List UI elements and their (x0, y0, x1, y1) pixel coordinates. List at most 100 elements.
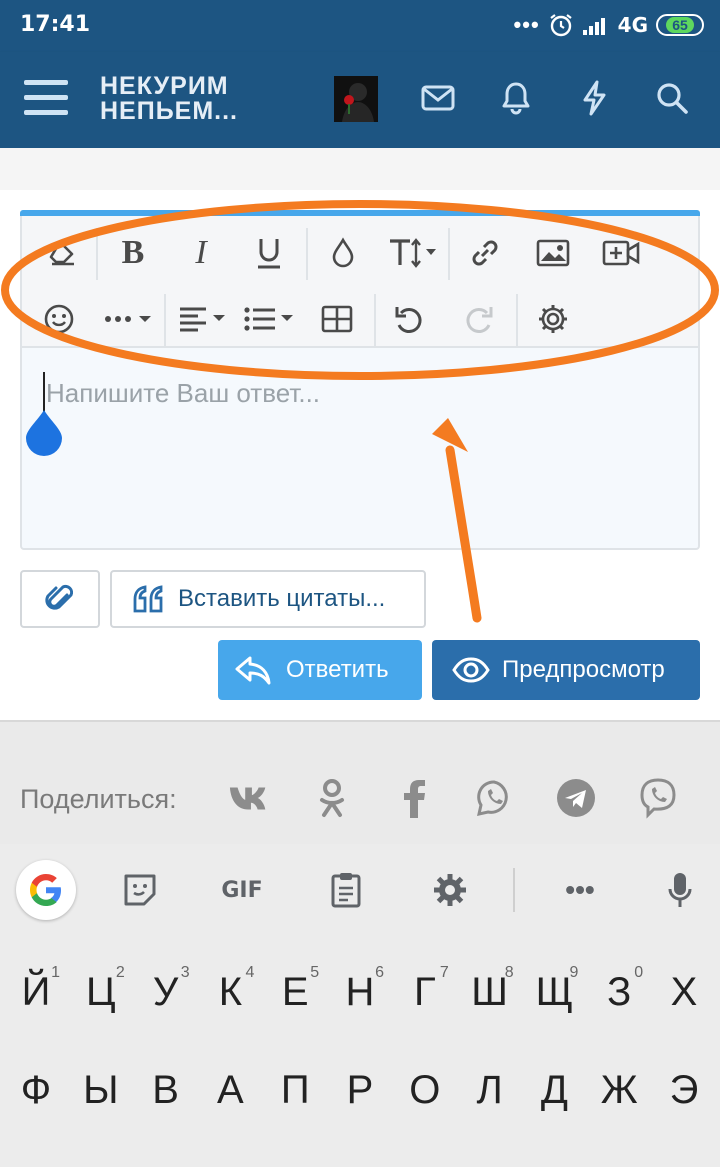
key[interactable]: Ц2 (73, 952, 129, 1032)
key-letter: Г (413, 969, 436, 1014)
menu-icon[interactable] (24, 80, 68, 118)
key[interactable]: Ф (8, 1050, 64, 1130)
key[interactable]: Э (656, 1050, 712, 1130)
key-number: 4 (245, 964, 255, 981)
google-icon[interactable] (16, 860, 76, 920)
paperclip-icon (45, 584, 74, 610)
color-drop-icon[interactable] (318, 228, 368, 278)
notification-dots-icon: ••• (513, 12, 540, 37)
preview-label: Предпросмотр (502, 656, 665, 683)
key-letter: Й (21, 969, 51, 1014)
align-icon[interactable] (176, 294, 234, 344)
vk-icon[interactable] (228, 776, 272, 820)
site-logo[interactable]: НЕКУРИМ НЕПЬЕМ... (100, 74, 238, 124)
avatar[interactable] (334, 76, 378, 122)
telegram-icon[interactable] (554, 776, 598, 820)
attach-button[interactable] (20, 570, 100, 628)
alarm-icon (549, 14, 572, 37)
more-icon[interactable] (102, 294, 160, 344)
key[interactable]: Й1 (8, 952, 64, 1032)
mic-icon[interactable] (658, 868, 702, 912)
underline-icon[interactable] (244, 228, 294, 278)
sticker-icon[interactable] (118, 868, 162, 912)
logo-line1: НЕКУРИМ (100, 72, 229, 100)
more-icon[interactable]: ••• (558, 868, 602, 912)
settings-icon[interactable] (528, 294, 578, 344)
table-icon[interactable] (312, 294, 362, 344)
key-number: 8 (504, 964, 514, 981)
key-letter: Щ (535, 969, 574, 1014)
key-letter: Е (281, 969, 309, 1014)
key[interactable]: Х (656, 952, 712, 1032)
key-number: 7 (439, 964, 449, 981)
editor-placeholder: Напишите Ваш ответ... (46, 378, 321, 408)
key[interactable]: Ж (591, 1050, 647, 1130)
insert-quotes-label: Вставить цитаты... (178, 585, 386, 612)
key[interactable]: А (202, 1050, 258, 1130)
ok-icon[interactable] (310, 776, 354, 820)
content-strip (0, 148, 720, 190)
key[interactable]: Л (462, 1050, 518, 1130)
key[interactable]: Е5 (267, 952, 323, 1032)
signal-icon (582, 18, 605, 35)
facebook-icon[interactable] (392, 776, 436, 820)
italic-icon[interactable]: I (176, 228, 226, 278)
gif-icon[interactable]: GIF (214, 868, 270, 912)
share-section: Поделиться: (0, 720, 720, 844)
key[interactable]: П (267, 1050, 323, 1130)
bell-icon[interactable] (496, 78, 536, 118)
key[interactable]: О (397, 1050, 453, 1130)
keyboard: Й1Ц2У3К4Е5Н6Г7Ш8Щ9З0Х ФЫВАПРОЛДЖЭ (0, 934, 720, 1167)
search-icon[interactable] (652, 78, 692, 118)
eraser-icon[interactable] (38, 228, 88, 278)
font-size-icon[interactable] (384, 228, 444, 278)
key[interactable]: У3 (138, 952, 194, 1032)
key-number: 3 (180, 964, 190, 981)
clipboard-icon[interactable] (324, 868, 368, 912)
bold-icon[interactable]: B (108, 228, 158, 278)
lightning-icon[interactable] (574, 78, 614, 118)
undo-icon[interactable] (384, 294, 434, 344)
video-icon[interactable] (596, 228, 646, 278)
whatsapp-icon[interactable] (472, 776, 516, 820)
cursor-handle-icon[interactable] (24, 408, 64, 456)
preview-button[interactable]: Предпросмотр (432, 640, 700, 700)
settings-icon[interactable] (428, 868, 472, 912)
key-letter: Х (670, 969, 698, 1014)
key-letter: З (607, 969, 632, 1014)
key[interactable]: Щ9 (526, 952, 582, 1032)
key[interactable]: З0 (591, 952, 647, 1032)
key[interactable]: Ы (73, 1050, 129, 1130)
reply-editor[interactable]: B I Напишите Ваш ответ... (20, 210, 700, 550)
key[interactable]: Г7 (397, 952, 453, 1032)
share-label: Поделиться: (20, 784, 177, 814)
key[interactable]: В (138, 1050, 194, 1130)
key-number: 2 (115, 964, 125, 981)
smiley-icon[interactable] (34, 294, 84, 344)
key-number: 1 (51, 964, 60, 981)
reply-label: Ответить (286, 656, 389, 683)
redo-icon[interactable] (454, 294, 504, 344)
quote-icon (133, 585, 163, 613)
key[interactable]: Р (332, 1050, 388, 1130)
link-icon[interactable] (460, 228, 510, 278)
network-type: 4G (617, 13, 648, 37)
battery-level: 65 (666, 17, 694, 33)
key[interactable]: К4 (202, 952, 258, 1032)
image-icon[interactable] (528, 228, 578, 278)
insert-quotes-button[interactable]: Вставить цитаты... (110, 570, 426, 628)
keyboard-toolbar: GIF ••• (0, 844, 720, 934)
text-caret (43, 372, 45, 412)
key[interactable]: Д (526, 1050, 582, 1130)
logo-line2: НЕПЬЕМ... (100, 97, 239, 125)
list-icon[interactable] (242, 294, 300, 344)
reply-arrow-icon (235, 656, 271, 685)
key[interactable]: Н6 (332, 952, 388, 1032)
key-letter: Н (345, 969, 375, 1014)
key-number: 6 (375, 964, 384, 981)
reply-button[interactable]: Ответить (218, 640, 422, 700)
key[interactable]: Ш8 (462, 952, 518, 1032)
viber-icon[interactable] (636, 776, 680, 820)
mail-icon[interactable] (418, 78, 458, 118)
key-letter: Ц (86, 969, 116, 1014)
